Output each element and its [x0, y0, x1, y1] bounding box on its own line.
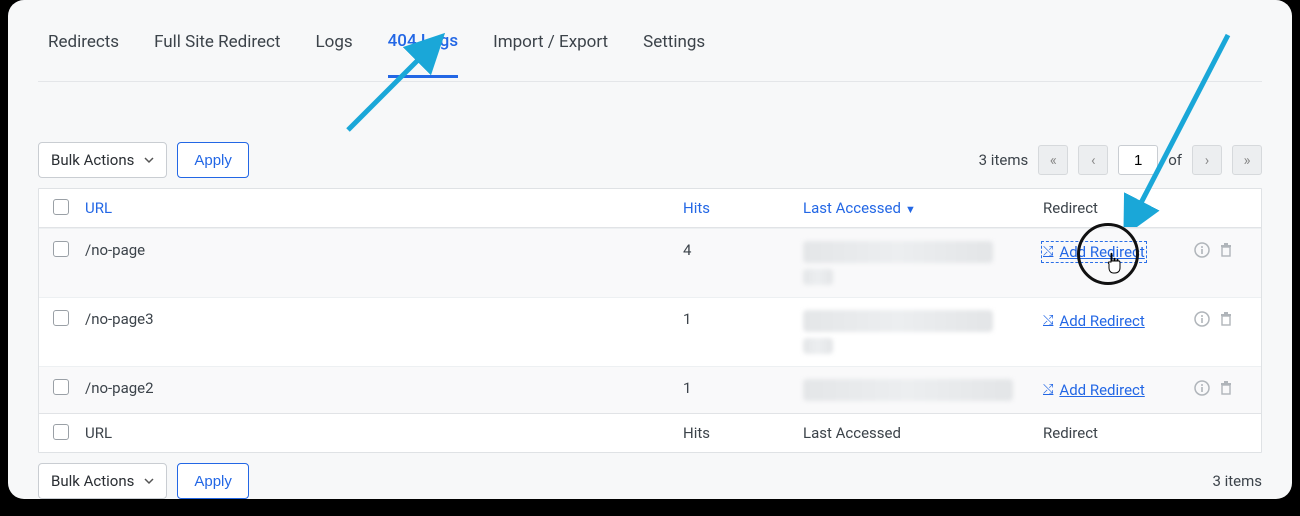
column-footer-hits: Hits [683, 424, 710, 442]
column-footer-url: URL [85, 424, 112, 442]
trash-icon[interactable] [1217, 310, 1235, 328]
redacted-text [803, 310, 993, 332]
bulk-actions-label: Bulk Actions [51, 151, 134, 169]
column-header-hits[interactable]: Hits [683, 199, 710, 217]
column-footer-last-accessed: Last Accessed [803, 424, 901, 442]
add-redirect-label: Add Redirect [1059, 381, 1144, 399]
items-count-label-bottom: 3 items [1212, 472, 1262, 490]
bulk-actions-select[interactable]: Bulk Actions [38, 142, 167, 178]
chevron-down-icon [144, 476, 154, 486]
toolbar-left: Bulk Actions Apply [38, 142, 249, 178]
trash-icon[interactable] [1217, 379, 1235, 397]
bulk-actions-label: Bulk Actions [51, 472, 134, 490]
cell-url: /no-page [85, 241, 683, 259]
pager-prev-button[interactable]: ‹ [1078, 145, 1108, 175]
pager-next-button[interactable]: › [1192, 145, 1222, 175]
table-row: /no-page 4 ⤭ Add Redirect [39, 228, 1261, 297]
column-footer-redirect: Redirect [1043, 424, 1098, 442]
add-redirect-label: Add Redirect [1059, 243, 1144, 261]
shuffle-icon: ⤭ [1043, 313, 1053, 328]
column-header-url[interactable]: URL [85, 199, 112, 217]
cell-last-accessed [803, 379, 1043, 401]
pager-of-label: of [1168, 151, 1182, 169]
table-footer-row: URL Hits Last Accessed Redirect [39, 413, 1261, 452]
tab-logs[interactable]: Logs [315, 32, 352, 76]
row-checkbox[interactable] [53, 310, 69, 326]
pager-first-button[interactable]: « [1038, 145, 1068, 175]
shuffle-icon: ⤭ [1043, 382, 1053, 397]
cell-hits: 1 [683, 310, 803, 328]
redacted-text [803, 338, 833, 354]
sort-desc-icon: ▼ [905, 203, 916, 216]
bulk-actions-select-bottom[interactable]: Bulk Actions [38, 463, 167, 499]
redacted-text [803, 241, 993, 263]
column-header-last-accessed[interactable]: Last Accessed▼ [803, 199, 916, 217]
add-redirect-link[interactable]: ⤭ Add Redirect [1043, 312, 1145, 330]
redacted-text [803, 379, 1013, 401]
table-toolbar-top: Bulk Actions Apply 3 items « ‹ of › » [38, 142, 1262, 178]
cell-url: /no-page2 [85, 379, 683, 397]
info-icon[interactable] [1193, 241, 1211, 259]
column-header-redirect: Redirect [1043, 199, 1098, 217]
table-row: /no-page3 1 ⤭ Add Redirect [39, 297, 1261, 366]
add-redirect-label: Add Redirect [1059, 312, 1144, 330]
pager-page-input[interactable] [1118, 145, 1158, 175]
cell-url: /no-page3 [85, 310, 683, 328]
info-icon[interactable] [1193, 310, 1211, 328]
row-checkbox[interactable] [53, 241, 69, 257]
app-frame: Redirects Full Site Redirect Logs 404 Lo… [8, 0, 1292, 499]
tab-404-logs[interactable]: 404 Logs [388, 31, 458, 78]
cell-hits: 4 [683, 241, 803, 259]
cell-last-accessed [803, 241, 1043, 285]
row-checkbox[interactable] [53, 379, 69, 395]
items-count-label: 3 items [979, 151, 1029, 169]
cell-hits: 1 [683, 379, 803, 397]
tab-redirects[interactable]: Redirects [48, 32, 119, 76]
tab-bar: Redirects Full Site Redirect Logs 404 Lo… [38, 0, 1262, 82]
shuffle-icon: ⤭ [1043, 244, 1053, 259]
table-row: /no-page2 1 ⤭ Add Redirect [39, 366, 1261, 413]
select-all-checkbox[interactable] [53, 199, 69, 215]
toolbar-left-bottom: Bulk Actions Apply [38, 463, 249, 499]
tab-settings[interactable]: Settings [643, 32, 705, 76]
trash-icon[interactable] [1217, 241, 1235, 259]
add-redirect-link[interactable]: ⤭ Add Redirect [1043, 381, 1145, 399]
apply-button[interactable]: Apply [177, 142, 249, 178]
tab-import-export[interactable]: Import / Export [493, 32, 608, 76]
logs-table: URL Hits Last Accessed▼ Redirect /no-pag… [38, 188, 1262, 453]
info-icon[interactable] [1193, 379, 1211, 397]
apply-button-bottom[interactable]: Apply [177, 463, 249, 499]
select-all-checkbox-bottom[interactable] [53, 424, 69, 440]
add-redirect-link[interactable]: ⤭ Add Redirect [1043, 243, 1145, 261]
tab-full-site-redirect[interactable]: Full Site Redirect [154, 32, 280, 76]
table-header-row: URL Hits Last Accessed▼ Redirect [39, 189, 1261, 228]
cell-last-accessed [803, 310, 1043, 354]
pager-last-button[interactable]: » [1232, 145, 1262, 175]
chevron-down-icon [144, 155, 154, 165]
table-toolbar-bottom: Bulk Actions Apply 3 items [38, 463, 1262, 499]
redacted-text [803, 269, 833, 285]
toolbar-right: 3 items « ‹ of › » [979, 145, 1262, 175]
